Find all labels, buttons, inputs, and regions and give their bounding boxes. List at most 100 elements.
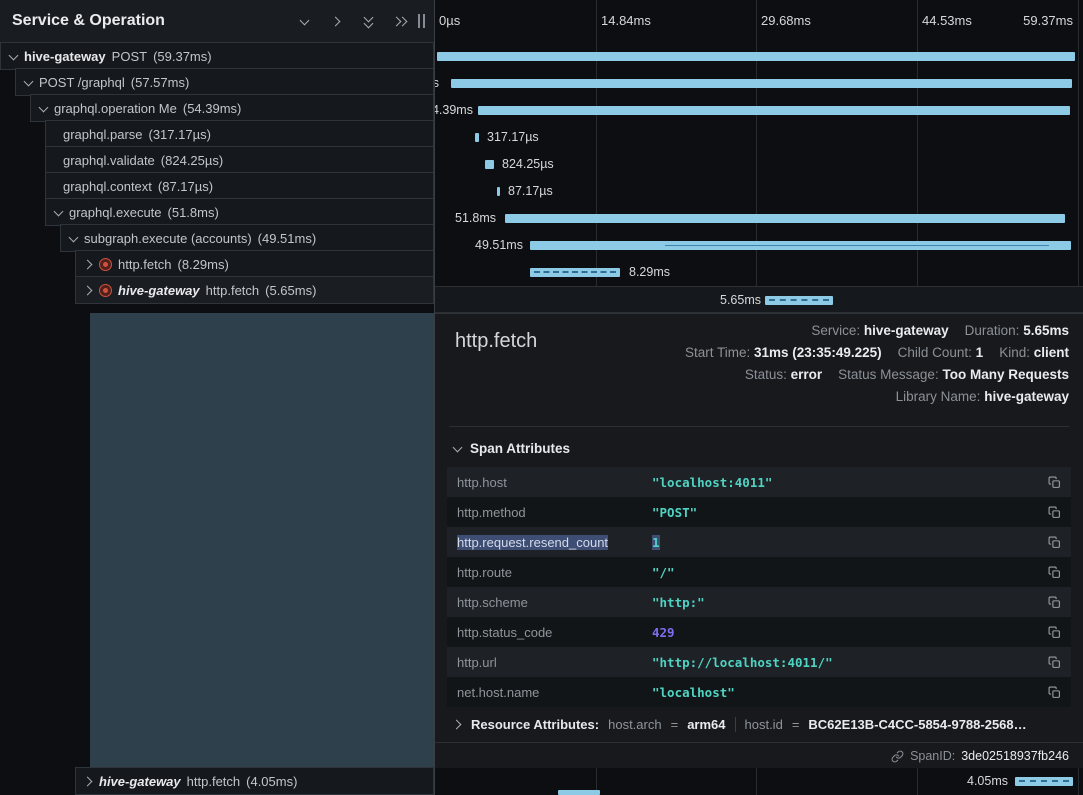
span-name: subgraph.execute (accounts): [84, 231, 252, 246]
attr-value-selected: 1: [652, 535, 660, 550]
tree-row-graphql-parse[interactable]: graphql.parse (317.17µs): [0, 120, 434, 147]
chevron-down-icon[interactable]: [9, 52, 18, 61]
attr-value: "http://localhost:4011/": [652, 655, 833, 670]
attr-key: http.method: [457, 505, 526, 520]
timeline-row: 8.29ms: [435, 259, 1083, 286]
meta-status-message: Status Message: Too Many Requests: [838, 364, 1069, 386]
collapse-all-icon[interactable]: [360, 13, 376, 29]
attr-value: "POST": [652, 505, 697, 520]
attr-value-status-code: 429: [652, 625, 675, 640]
span-bar[interactable]: [765, 296, 833, 305]
attr-value: "/": [652, 565, 675, 580]
expand-one-icon[interactable]: [328, 13, 344, 29]
timeline-rows: 57.57ms 54.39ms 317.17µs 824.25µs 87.17µ…: [435, 43, 1083, 313]
span-bar[interactable]: [1015, 777, 1073, 786]
span-bar[interactable]: [530, 241, 1071, 250]
span-bar-label: 8.29ms: [629, 259, 670, 286]
meta-duration: Duration: 5.65ms: [965, 320, 1069, 342]
span-duration: (317.17µs): [149, 127, 211, 142]
copy-icon[interactable]: [1046, 504, 1063, 521]
tree-row-http-fetch-8ms[interactable]: http.fetch (8.29ms): [0, 250, 434, 277]
copy-icon[interactable]: [1046, 654, 1063, 671]
span-id-value[interactable]: 3de02518937fb246: [961, 749, 1069, 763]
chevron-right-icon[interactable]: [84, 286, 93, 295]
span-duration: (57.57ms): [131, 75, 190, 90]
span-duration: (51.8ms): [168, 205, 219, 220]
span-bar-label: 4.05ms: [967, 768, 1008, 795]
chevron-right-icon[interactable]: [84, 777, 93, 786]
timeline-row-bottom: 4.05ms: [435, 768, 1083, 795]
span-detail-header: http.fetch Service: hive-gateway Duratio…: [435, 314, 1083, 426]
span-bar-label: 51.8ms: [455, 205, 496, 232]
timeline-row: 57.57ms: [435, 70, 1083, 97]
panel-resize-handle[interactable]: [418, 14, 428, 28]
span-bar[interactable]: [505, 214, 1065, 223]
span-id-label: SpanID:: [910, 749, 955, 763]
copy-icon[interactable]: [1046, 474, 1063, 491]
expand-all-icon[interactable]: [392, 13, 408, 29]
span-name: POST: [112, 49, 147, 64]
tree-row-graphql-context[interactable]: graphql.context (87.17µs): [0, 172, 434, 199]
span-bar[interactable]: [475, 133, 479, 142]
tree-row-graphql-execute[interactable]: graphql.execute (51.8ms): [0, 198, 434, 225]
attr-value: "localhost": [652, 685, 735, 700]
meta-start-time: Start Time: 31ms (23:35:49.225): [685, 342, 882, 364]
collapse-one-icon[interactable]: [296, 13, 312, 29]
copy-icon[interactable]: [1046, 594, 1063, 611]
resource-attr-key: host.arch: [608, 717, 661, 732]
span-service-name: hive-gateway: [24, 49, 106, 64]
copy-icon[interactable]: [1046, 564, 1063, 581]
span-bar-label: 87.17µs: [508, 178, 553, 205]
copy-icon[interactable]: [1046, 684, 1063, 701]
error-status-icon: [99, 284, 112, 297]
chevron-down-icon[interactable]: [24, 78, 33, 87]
tree-row-graphql-validate[interactable]: graphql.validate (824.25µs): [0, 146, 434, 173]
resource-attributes-toggle[interactable]: Resource Attributes: host.arch = arm64 h…: [435, 707, 1083, 742]
tree-row-http-fetch-4ms[interactable]: hive-gateway http.fetch (4.05ms): [0, 768, 434, 795]
attr-row-http-host: http.host "localhost:4011": [447, 467, 1071, 497]
span-attributes-toggle[interactable]: Span Attributes: [435, 427, 1083, 467]
chevron-down-icon[interactable]: [69, 234, 78, 243]
span-bar[interactable]: [451, 79, 1072, 88]
trace-viewer: Service & Operation hive-gateway POST (5…: [0, 0, 1083, 795]
tree-row-hive-gateway-post[interactable]: hive-gateway POST (59.37ms): [0, 42, 434, 69]
chevron-down-icon[interactable]: [54, 208, 63, 217]
span-name: graphql.context: [63, 179, 152, 194]
span-duration: (824.25µs): [161, 153, 223, 168]
span-metadata: Service: hive-gateway Duration: 5.65ms S…: [685, 320, 1069, 408]
timeline-row: [435, 43, 1083, 70]
span-service-name: hive-gateway: [99, 774, 181, 789]
attr-row-net-host-name: net.host.name "localhost": [447, 677, 1071, 707]
attr-value: "localhost:4011": [652, 475, 772, 490]
span-bar-label: 54.39ms: [435, 97, 473, 124]
chevron-right-icon[interactable]: [84, 260, 93, 269]
span-duration: (59.37ms): [153, 49, 212, 64]
span-bar[interactable]: [437, 52, 1075, 61]
chevron-down-icon: [453, 444, 462, 453]
copy-icon[interactable]: [1046, 534, 1063, 551]
link-icon[interactable]: [891, 750, 904, 763]
span-attributes-title: Span Attributes: [470, 441, 570, 456]
span-bar-partial[interactable]: [558, 790, 600, 795]
span-name: http.fetch: [206, 283, 259, 298]
span-detail-panel: http.fetch Service: hive-gateway Duratio…: [435, 313, 1083, 768]
attr-row-http-scheme: http.scheme "http:": [447, 587, 1071, 617]
attr-key: http.url: [457, 655, 497, 670]
span-bar[interactable]: [485, 160, 494, 169]
chevron-down-icon[interactable]: [39, 104, 48, 113]
timeline-tick: 59.37ms: [1023, 13, 1073, 28]
copy-icon[interactable]: [1046, 624, 1063, 641]
tree-row-post-graphql[interactable]: POST /graphql (57.57ms): [0, 68, 434, 95]
span-bar[interactable]: [497, 187, 500, 196]
tree-row-subgraph-execute[interactable]: subgraph.execute (accounts) (49.51ms): [0, 224, 434, 251]
span-bar[interactable]: [478, 106, 1070, 115]
tree-row-http-fetch-selected[interactable]: hive-gateway http.fetch (5.65ms): [0, 276, 434, 303]
span-name: http.fetch: [187, 774, 240, 789]
timeline-tick: 29.68ms: [761, 13, 811, 28]
span-name: http.fetch: [118, 257, 171, 272]
selected-span-children-region[interactable]: [90, 313, 434, 768]
tree-row-graphql-operation[interactable]: graphql.operation Me (54.39ms): [0, 94, 434, 121]
timeline-row: 54.39ms: [435, 97, 1083, 124]
attr-key: net.host.name: [457, 685, 539, 700]
span-bar[interactable]: [530, 268, 620, 277]
